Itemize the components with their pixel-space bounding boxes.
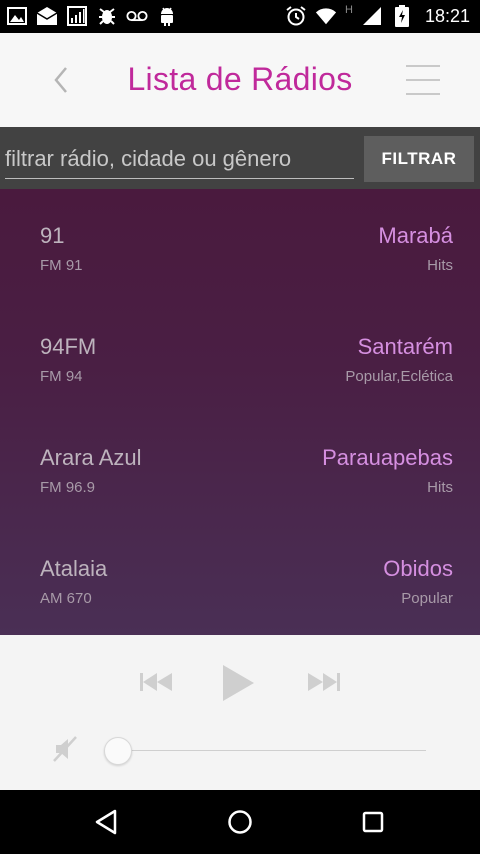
nav-recents-button[interactable] [355, 804, 391, 840]
menu-button[interactable] [406, 65, 440, 95]
wifi-icon [315, 5, 337, 27]
skip-next-icon [308, 673, 340, 691]
volume-thumb[interactable] [104, 737, 132, 765]
battery-charging-icon [391, 5, 413, 27]
station-city: Obidos [383, 556, 453, 581]
station-row[interactable]: Atalaia AM 670 Obidos Popular [0, 522, 480, 633]
next-button[interactable] [302, 667, 344, 697]
station-row[interactable]: Arara Azul FM 96.9 Parauapebas Hits [0, 411, 480, 522]
android-debug-icon [96, 5, 118, 27]
station-name: 91 [40, 223, 65, 248]
skip-previous-icon [140, 673, 172, 691]
volume-slider[interactable] [104, 737, 426, 765]
play-icon [223, 665, 254, 701]
signal-chart-icon [66, 5, 88, 27]
station-genre: Popular [401, 590, 453, 607]
menu-icon [406, 65, 440, 67]
station-frequency: AM 670 [40, 590, 92, 607]
station-frequency: FM 91 [40, 257, 83, 274]
circle-home-icon [228, 810, 252, 834]
filter-input[interactable] [5, 139, 354, 179]
station-name: Arara Azul [40, 445, 142, 470]
station-frequency: FM 94 [40, 368, 83, 385]
mail-icon [36, 5, 58, 27]
alarm-icon [285, 5, 307, 27]
player-panel [0, 635, 480, 790]
mute-button[interactable] [48, 731, 84, 767]
navigation-bar [0, 790, 480, 854]
clock: 18:21 [424, 5, 470, 26]
station-city: Santarém [357, 334, 453, 359]
nav-home-button[interactable] [222, 804, 258, 840]
volume-track [116, 750, 426, 751]
nav-back-button[interactable] [88, 804, 124, 840]
station-row[interactable]: 91 FM 91 Marabá Hits [0, 189, 480, 300]
station-genre: Hits [427, 479, 453, 496]
station-city: Marabá [378, 223, 453, 248]
app-header: Lista de Rádios [0, 33, 480, 127]
notification-icons [6, 5, 178, 27]
station-row[interactable]: 94FM FM 94 Santarém Popular,Eclética [0, 300, 480, 411]
station-genre: Hits [427, 257, 453, 274]
previous-button[interactable] [136, 667, 178, 697]
android-icon [156, 5, 178, 27]
filter-button[interactable]: FILTRAR [364, 136, 474, 182]
image-icon [6, 5, 28, 27]
voicemail-icon [126, 5, 148, 27]
station-city: Parauapebas [322, 445, 453, 470]
triangle-back-icon [95, 809, 117, 835]
network-type-label: H [345, 4, 353, 16]
station-name: Atalaia [40, 556, 108, 581]
status-bar: H 18:21 [0, 0, 480, 33]
system-icons: H 18:21 [285, 4, 470, 27]
station-frequency: FM 96.9 [40, 479, 96, 496]
station-list[interactable]: 91 FM 91 Marabá Hits 94FM FM 94 Santarém… [0, 189, 480, 635]
filter-bar: FILTRAR [0, 127, 480, 189]
station-genre: Popular,Eclética [345, 368, 453, 385]
square-recents-icon [362, 811, 384, 833]
station-name: 94FM [40, 334, 97, 359]
volume-off-icon [53, 736, 77, 762]
cell-signal-icon [361, 5, 383, 27]
play-button[interactable] [216, 660, 260, 706]
